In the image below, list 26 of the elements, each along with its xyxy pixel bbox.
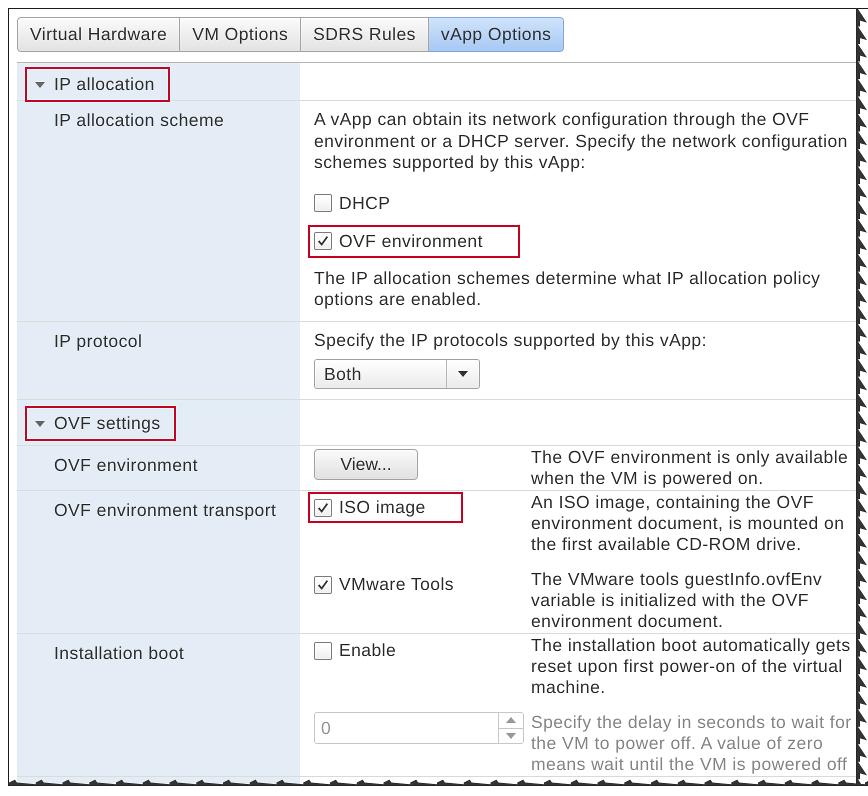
field-label: IP allocation scheme [54, 110, 224, 131]
description-text: The OVF environment is only available when the VM is powered on. [531, 447, 850, 489]
checkbox-label[interactable]: Enable [339, 640, 396, 661]
protocol-dropdown[interactable]: Both [314, 359, 480, 389]
checkbox-label[interactable]: VMware Tools [339, 574, 454, 595]
tab[interactable]: SDRS Rules [301, 17, 429, 52]
section-title[interactable]: IP allocation [54, 74, 155, 95]
field-label: OVF environment transport [54, 500, 276, 521]
description-text: Specify the IP protocols supported by this vApp: [314, 330, 708, 351]
section-title[interactable]: OVF settings [54, 413, 161, 434]
description-text: A vApp can obtain its network configuration through the OVF environment or a DHCP server. Specify the network configuration schemes supported by this vApp: [314, 109, 849, 174]
tab[interactable]: Virtual Hardware [17, 17, 180, 52]
field-label: Installation boot [54, 643, 184, 664]
description-text: The VMware tools guestInfo.ovfEnv variable is initialized with the OVF environment document. [531, 569, 824, 632]
description-text: The IP allocation schemes determine what IP allocation policy options are enabled. [314, 268, 822, 310]
checkbox-label[interactable]: ISO image [339, 497, 426, 518]
field-label: IP protocol [54, 330, 142, 352]
checkbox-label[interactable]: OVF environment [339, 230, 483, 252]
description-text: An ISO image, containing the OVF environment document, is mounted on the first available CD-ROM drive. [531, 492, 846, 555]
view-button[interactable]: View... [314, 449, 418, 480]
description-text: Specify the delay in seconds to wait for the VM to power off. A value of zero means wait until the VM is powered off [531, 712, 853, 775]
description-text: The installation boot automatically gets reset upon first power-on of the virtual machine. [531, 635, 852, 698]
checkbox-label[interactable]: DHCP [339, 192, 390, 214]
field-label: OVF environment [54, 455, 198, 476]
tab[interactable]: vApp Options [428, 17, 564, 52]
tab[interactable]: VM Options [180, 17, 302, 52]
